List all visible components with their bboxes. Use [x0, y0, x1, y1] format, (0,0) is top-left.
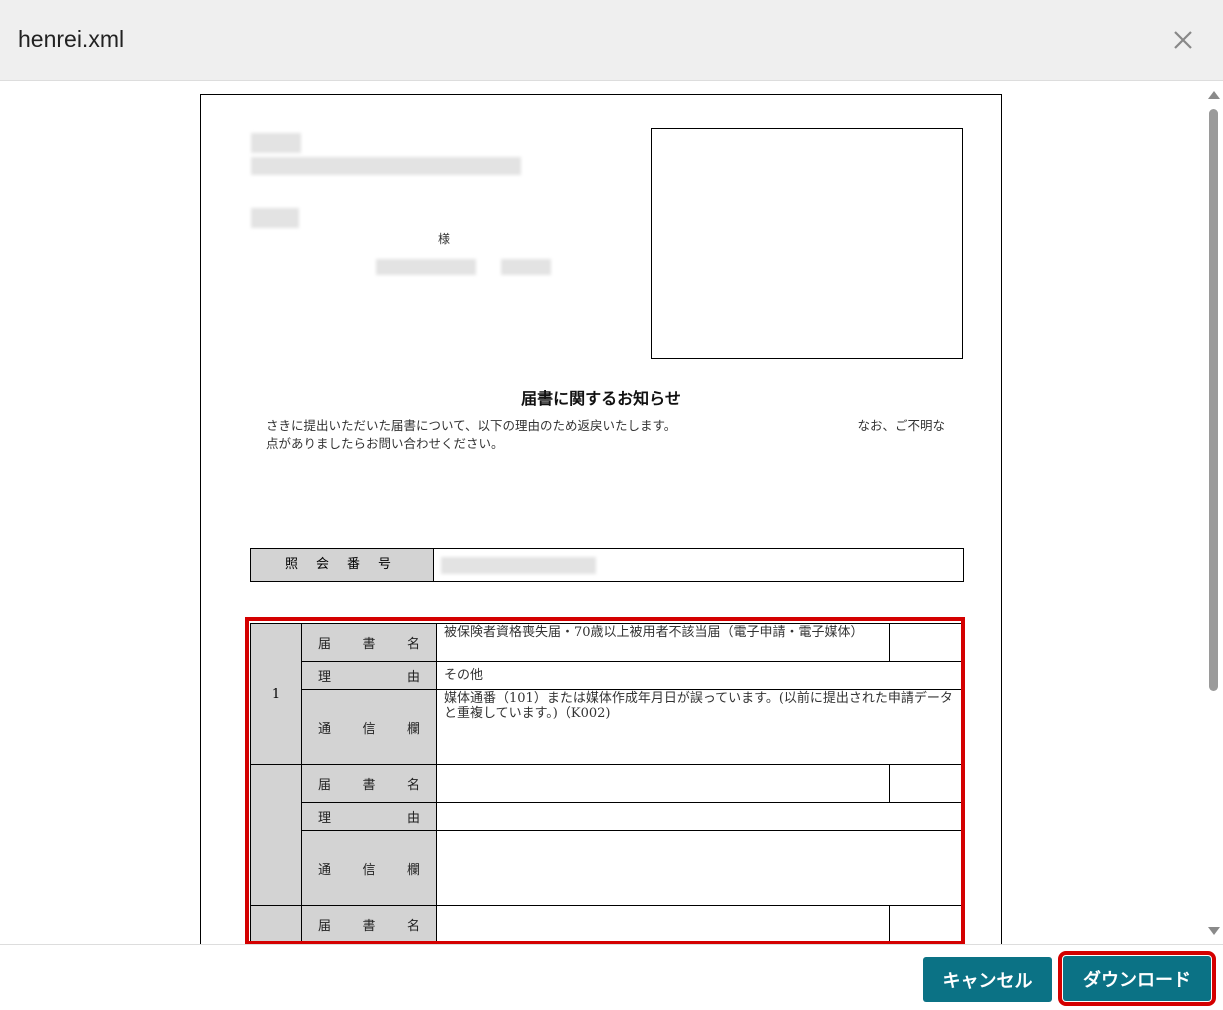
label-char: 名 [406, 637, 420, 652]
comments-label: 通信欄 [301, 830, 437, 906]
form-name-label: 届書名 [301, 905, 437, 944]
comments-label: 通信欄 [301, 689, 437, 765]
form-name-extra-cell [889, 764, 964, 803]
label-char: 理 [318, 811, 332, 826]
scrollbar-thumb[interactable] [1209, 109, 1218, 691]
comments-value: 媒体通番（101）または媒体作成年月日が誤っています。(以前に提出された申請デー… [436, 689, 964, 765]
vertical-scrollbar[interactable] [1205, 87, 1223, 940]
comments-value [436, 830, 964, 906]
download-button[interactable]: ダウンロード [1058, 951, 1216, 1006]
label-char: 名 [406, 778, 420, 793]
label-char: 欄 [406, 862, 420, 878]
notice-body: さきに提出いただいた届書について、以下の理由のため返戻いたします。 なお、ご不明… [266, 418, 946, 451]
label-char: 由 [406, 811, 420, 826]
reference-number-row: 照会番号 [250, 548, 964, 582]
form-name-extra-cell [889, 905, 964, 944]
reference-number-label: 照会番号 [251, 549, 434, 581]
reason-value [436, 802, 964, 831]
entry-number-cell [250, 764, 302, 906]
close-icon[interactable] [1168, 25, 1198, 55]
form-name-label: 届書名 [301, 623, 437, 662]
form-name-value [436, 905, 890, 944]
form-name-value: 被保険者資格喪失届・70歳以上被用者不該当届（電子申請・電子媒体） [436, 623, 890, 662]
document-viewer[interactable]: 様 届書に関するお知らせ さきに提出いただいた届書について、以下の理由のため返戻… [0, 81, 1223, 944]
label-char: 理 [318, 670, 332, 685]
label-char: 届 [318, 637, 332, 652]
redacted-text [251, 157, 521, 175]
dialog-title: henrei.xml [18, 26, 125, 52]
label-char: 書 [362, 637, 376, 652]
document-page: 様 届書に関するお知らせ さきに提出いただいた届書について、以下の理由のため返戻… [200, 94, 1002, 944]
redacted-text [376, 259, 476, 275]
form-name-value [436, 764, 890, 803]
notice-title: 届書に関するお知らせ [521, 389, 681, 408]
entry-number-cell [250, 905, 302, 944]
entry-number-cell: 1 [250, 623, 302, 765]
label-char: 名 [406, 919, 420, 934]
label-char: 書 [362, 919, 376, 934]
scroll-up-icon[interactable] [1208, 91, 1220, 99]
label-char: 届 [318, 778, 332, 793]
dialog-header: henrei.xml [0, 0, 1223, 81]
dialog-footer: キャンセル ダウンロード [0, 944, 1223, 1010]
label-char: 通 [318, 862, 332, 878]
cancel-button[interactable]: キャンセル [923, 957, 1052, 1002]
reason-label: 理由 [301, 661, 437, 690]
form-name-extra-cell [889, 623, 964, 662]
honorific-label: 様 [438, 232, 451, 246]
reason-value: その他 [436, 661, 964, 690]
entry-number: 1 [271, 686, 281, 702]
label-char: 信 [362, 721, 376, 737]
redacted-text [251, 208, 299, 228]
label-char: 欄 [406, 721, 420, 737]
stamp-box [651, 128, 963, 359]
label-char: 届 [318, 919, 332, 934]
form-name-label: 届書名 [301, 764, 437, 803]
label-char: 通 [318, 721, 332, 737]
label-char: 書 [362, 778, 376, 793]
label-char: 信 [362, 862, 376, 878]
redacted-text [251, 133, 301, 153]
redacted-reference-number [441, 557, 596, 574]
label-char: 由 [406, 670, 420, 685]
scroll-down-icon[interactable] [1208, 927, 1220, 935]
redacted-text [501, 259, 551, 275]
reason-label: 理由 [301, 802, 437, 831]
